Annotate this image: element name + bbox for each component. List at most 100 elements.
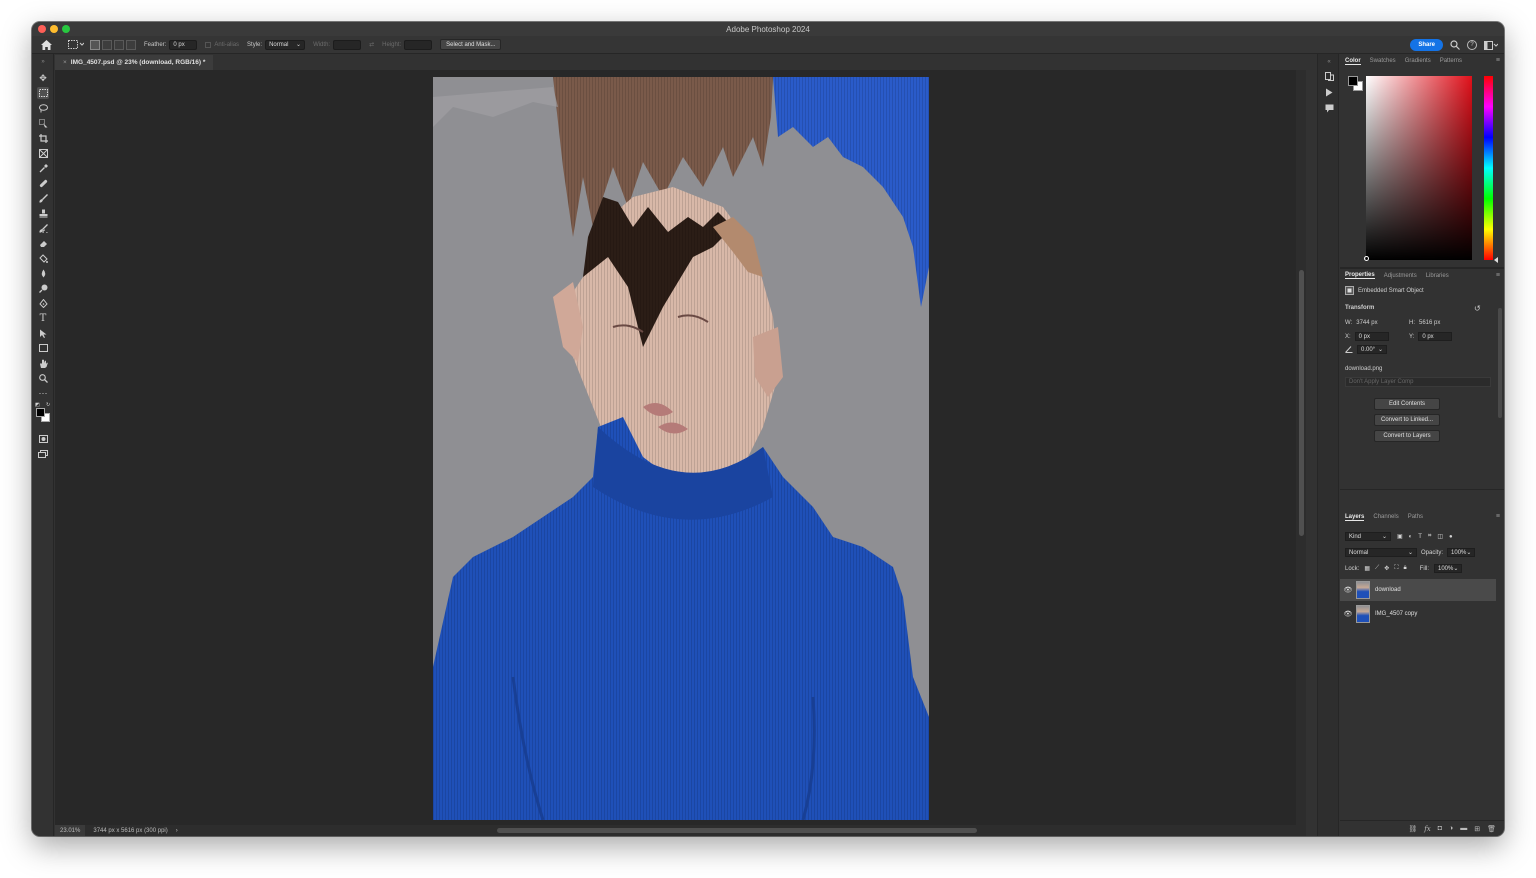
eyedropper-tool-icon[interactable] <box>37 162 49 174</box>
anti-alias-box[interactable] <box>205 41 212 48</box>
layer-name[interactable]: download <box>1375 587 1401 593</box>
reset-transform-icon[interactable]: ↺ <box>1474 304 1481 313</box>
adjustment-layer-icon[interactable]: ◑ <box>1449 825 1453 832</box>
rectangle-tool-icon[interactable] <box>37 342 49 354</box>
tab-layers[interactable]: Layers <box>1345 514 1365 521</box>
vertical-scroll-thumb[interactable] <box>1299 270 1304 536</box>
comments-panel-icon[interactable] <box>1323 102 1335 114</box>
filter-shape-icon[interactable]: ⌗ <box>1428 533 1431 540</box>
edit-toolbar-icon[interactable]: ··· <box>37 387 49 399</box>
close-document-icon[interactable]: × <box>63 59 67 66</box>
swap-dimensions-button[interactable]: ⇄ <box>369 41 374 48</box>
fill-input[interactable]: 100% ⌄ <box>1434 564 1462 573</box>
add-mask-icon[interactable]: ◘ <box>1438 825 1442 832</box>
panel-menu-icon[interactable]: ≡ <box>1496 272 1500 279</box>
subtract-from-selection-button[interactable] <box>114 39 124 50</box>
edit-contents-button[interactable]: Edit Contents <box>1374 398 1440 410</box>
blend-mode-dropdown[interactable]: Normal ⌄ <box>1345 548 1417 557</box>
home-button[interactable] <box>32 36 60 54</box>
document-tab[interactable]: × IMG_4507.psd @ 23% (download, RGB/16) … <box>55 55 214 70</box>
hue-slider-handle[interactable] <box>1494 257 1498 263</box>
search-icon[interactable] <box>1450 40 1460 50</box>
pen-tool-icon[interactable] <box>37 297 49 309</box>
tab-gradients[interactable]: Gradients <box>1405 58 1431 64</box>
collapse-tools-icon[interactable]: » <box>37 56 49 68</box>
marquee-preset-picker[interactable] <box>68 40 84 49</box>
history-panel-icon[interactable] <box>1323 70 1335 82</box>
new-selection-button[interactable] <box>90 39 100 50</box>
lock-transparent-icon[interactable]: ▦ <box>1364 565 1370 572</box>
tab-patterns[interactable]: Patterns <box>1440 58 1462 64</box>
minimize-window-button[interactable] <box>50 25 58 33</box>
width-input[interactable] <box>333 39 362 50</box>
tab-swatches[interactable]: Swatches <box>1370 58 1396 64</box>
tab-adjustments[interactable]: Adjustments <box>1384 273 1417 279</box>
screen-mode-icon[interactable] <box>37 448 49 460</box>
document-info-arrow-icon[interactable]: › <box>176 828 178 834</box>
feather-input[interactable]: 0 px <box>169 39 198 50</box>
tab-paths[interactable]: Paths <box>1408 514 1423 520</box>
visibility-eye-icon[interactable]: 👁︎ <box>1340 610 1356 618</box>
filter-type-icon[interactable]: T <box>1418 534 1422 540</box>
intersect-selection-button[interactable] <box>126 39 136 50</box>
add-to-selection-button[interactable] <box>102 39 112 50</box>
help-icon[interactable]: ? <box>1467 40 1477 50</box>
filter-toggle-icon[interactable]: ● <box>1449 534 1453 540</box>
object-selection-tool-icon[interactable] <box>37 117 49 129</box>
filter-smart-object-icon[interactable]: ◫ <box>1437 533 1443 540</box>
swap-colors-icon[interactable]: ↻ <box>46 402 50 408</box>
filter-pixel-icon[interactable]: ▣ <box>1397 533 1403 540</box>
x-input[interactable]: 0 px <box>1354 332 1389 341</box>
properties-scrollbar[interactable] <box>1498 308 1502 418</box>
brush-tool-icon[interactable] <box>37 192 49 204</box>
share-button[interactable]: Share <box>1410 39 1443 51</box>
tab-properties[interactable]: Properties <box>1345 272 1375 279</box>
quick-mask-icon[interactable] <box>37 433 49 445</box>
select-and-mask-button[interactable]: Select and Mask... <box>440 39 502 50</box>
lock-all-icon[interactable]: 🔒︎ <box>1403 565 1406 572</box>
dodge-tool-icon[interactable] <box>37 282 49 294</box>
history-brush-tool-icon[interactable] <box>37 222 49 234</box>
move-tool-icon[interactable]: ✥ <box>37 72 49 84</box>
convert-to-linked-button[interactable]: Convert to Linked... <box>1374 414 1440 426</box>
layer-row-img-4507-copy[interactable]: 👁︎ IMG_4507 copy <box>1340 603 1496 625</box>
spot-healing-tool-icon[interactable] <box>37 177 49 189</box>
layer-style-icon[interactable]: fx <box>1424 825 1431 833</box>
layer-row-download[interactable]: 👁︎ download <box>1340 579 1496 601</box>
foreground-color-swatch[interactable] <box>36 408 45 417</box>
clone-stamp-tool-icon[interactable] <box>37 207 49 219</box>
zoom-level[interactable]: 23.01% <box>55 825 86 836</box>
link-layers-icon[interactable]: ⛓︎ <box>1408 825 1417 833</box>
close-window-button[interactable] <box>38 25 46 33</box>
panel-menu-icon[interactable]: ≡ <box>1496 513 1500 520</box>
opacity-input[interactable]: 100% ⌄ <box>1447 548 1476 557</box>
hue-slider[interactable] <box>1484 76 1493 260</box>
canvas-area[interactable] <box>55 70 1306 825</box>
lock-position-icon[interactable]: ✥ <box>1384 565 1389 572</box>
tab-libraries[interactable]: Libraries <box>1426 273 1449 279</box>
blur-tool-icon[interactable] <box>37 267 49 279</box>
lock-image-icon[interactable]: ⟋ <box>1375 565 1379 572</box>
collapse-dock-icon[interactable]: « <box>1323 56 1335 68</box>
zoom-tool-icon[interactable] <box>37 372 49 384</box>
document-canvas[interactable] <box>433 77 929 820</box>
delete-layer-icon[interactable]: 🗑︎ <box>1487 825 1496 833</box>
style-dropdown[interactable]: Normal ⌄ <box>265 39 306 50</box>
eraser-tool-icon[interactable] <box>37 237 49 249</box>
saturation-value-picker[interactable] <box>1366 76 1472 260</box>
color-swatches-tool[interactable]: ◩ ↻ <box>34 402 52 422</box>
frame-tool-icon[interactable] <box>37 147 49 159</box>
horizontal-scroll-thumb[interactable] <box>497 828 977 833</box>
new-group-icon[interactable]: ▬ <box>1460 825 1467 832</box>
crop-tool-icon[interactable] <box>37 132 49 144</box>
actions-panel-icon[interactable] <box>1323 86 1335 98</box>
filter-kind-dropdown[interactable]: Kind ⌄ <box>1345 532 1391 541</box>
tab-channels[interactable]: Channels <box>1373 514 1398 520</box>
rectangular-marquee-tool-icon[interactable] <box>37 87 49 99</box>
path-selection-tool-icon[interactable] <box>37 327 49 339</box>
new-layer-icon[interactable]: ⊞ <box>1474 825 1480 833</box>
hand-tool-icon[interactable] <box>37 357 49 369</box>
lasso-tool-icon[interactable] <box>37 102 49 114</box>
panel-menu-icon[interactable]: ≡ <box>1496 57 1500 64</box>
foreground-color-chip[interactable] <box>1348 76 1358 86</box>
